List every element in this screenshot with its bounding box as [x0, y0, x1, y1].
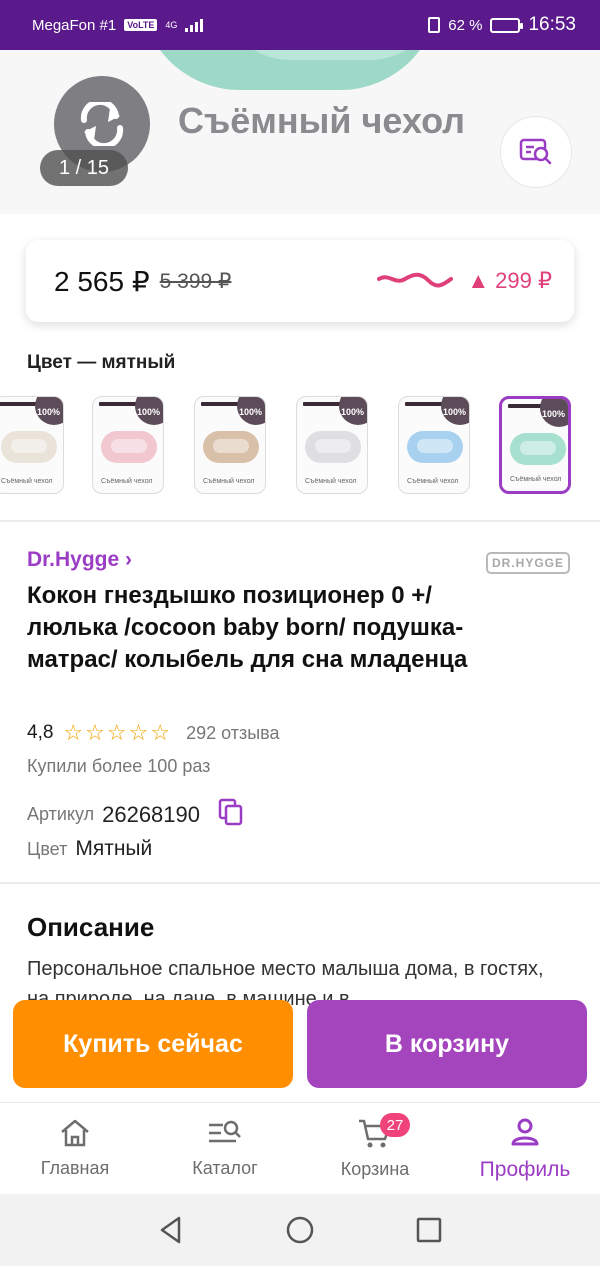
- home-icon: [61, 1119, 89, 1147]
- color-swatch-cream[interactable]: 100% Съёмный чехол: [0, 396, 64, 494]
- star-icon: ☆: [150, 720, 171, 745]
- home-circle-icon[interactable]: [285, 1215, 315, 1245]
- swatch-image: [1, 431, 57, 463]
- system-navigation: [0, 1194, 600, 1266]
- swatch-badge: 100%: [541, 409, 565, 419]
- nav-profile-label: Профиль: [479, 1157, 571, 1181]
- image-search-button[interactable]: [500, 116, 572, 188]
- rating-value: 4,8: [27, 722, 54, 743]
- network-type: 4G: [165, 19, 178, 30]
- swatch-tag: [201, 402, 239, 406]
- swatch-badge: 100%: [340, 407, 364, 417]
- swatch-text: Съёмный чехол: [1, 478, 53, 485]
- swatch-badge: 100%: [36, 407, 60, 417]
- swatch-image: [407, 431, 463, 463]
- status-right: 62 % 16:53: [428, 14, 576, 36]
- color-swatch-pink[interactable]: 100% Съёмный чехол: [92, 396, 164, 494]
- nav-cart-label: Корзина: [340, 1159, 410, 1179]
- brand-logo: DR.HYGGE: [486, 552, 570, 574]
- recent-apps-icon[interactable]: [415, 1216, 443, 1244]
- swatch-tag: [405, 402, 443, 406]
- product-title: Кокон гнездышко позиционер 0 +/люлька /c…: [27, 582, 468, 673]
- swatch-image: [305, 431, 361, 463]
- price-history[interactable]: ▲ 299 ₽: [377, 268, 552, 294]
- swatch-text: Съёмный чехол: [101, 478, 153, 485]
- rating-stars: ☆ ☆ ☆ ☆ ☆: [63, 720, 170, 746]
- color-row: Цвет Мятный: [27, 837, 152, 861]
- swatch-text: Съёмный чехол: [510, 476, 562, 483]
- color-swatch-blue[interactable]: 100% Съёмный чехол: [398, 396, 470, 494]
- nav-cart[interactable]: 27 Корзина: [300, 1103, 450, 1194]
- swatch-tag: [0, 402, 37, 406]
- color-swatches: 100% Съёмный чехол 100% Съёмный чехол 10…: [0, 394, 600, 498]
- reviews-count[interactable]: 292 отзыва: [186, 723, 279, 744]
- price-card[interactable]: 2 565 ₽ 5 399 ₽ ▲ 299 ₽: [26, 240, 574, 322]
- swatch-image: [101, 431, 157, 463]
- swatch-text: Съёмный чехол: [305, 478, 357, 485]
- old-price: 5 399 ₽: [159, 269, 232, 293]
- nav-home[interactable]: Главная: [0, 1103, 150, 1194]
- star-icon: ☆: [128, 720, 149, 745]
- swatch-image: [510, 433, 566, 465]
- divider: [0, 520, 600, 522]
- vibrate-icon: [428, 17, 441, 33]
- price-delta-value: 299 ₽: [495, 268, 552, 293]
- buy-now-button[interactable]: Купить сейчас: [13, 1000, 293, 1088]
- status-bar: MegaFon #1 VoLTE 4G 62 % 16:53: [0, 0, 600, 50]
- price-trend-icon: [377, 272, 454, 288]
- color-swatch-grey[interactable]: 100% Съёмный чехол: [296, 396, 368, 494]
- swatch-image: [203, 431, 259, 463]
- sku-label: Артикул: [27, 804, 95, 824]
- battery-percent: 62 %: [448, 16, 483, 34]
- gallery-counter: 1 / 15: [40, 150, 128, 186]
- product-image: [140, 50, 440, 90]
- catalog-icon: [209, 1120, 241, 1143]
- swatch-tag: [99, 402, 137, 406]
- purchase-count: Купили более 100 раз: [27, 756, 211, 776]
- star-icon: ☆: [85, 720, 105, 745]
- cart-badge: 27: [380, 1113, 410, 1137]
- clock: 16:53: [528, 14, 576, 35]
- profile-icon: [511, 1118, 539, 1145]
- image-search-icon: [519, 138, 552, 165]
- star-icon: ☆: [63, 720, 84, 745]
- color-selector-label: Цвет — мятный: [27, 352, 176, 373]
- carrier-name: MegaFon #1: [32, 16, 117, 34]
- add-to-cart-button[interactable]: В корзину: [307, 1000, 587, 1088]
- star-icon: ☆: [106, 720, 127, 745]
- signal-icon: [185, 18, 204, 32]
- color-swatch-mint[interactable]: 100% Съёмный чехол: [499, 396, 571, 494]
- color-value: Мятный: [75, 837, 153, 860]
- swatch-badge: 100%: [442, 407, 466, 417]
- gallery-caption: Съёмный чехол: [178, 100, 466, 141]
- copy-icon[interactable]: [218, 798, 244, 831]
- swatch-badge: 100%: [238, 407, 262, 417]
- status-left: MegaFon #1 VoLTE 4G: [32, 16, 204, 34]
- nav-catalog[interactable]: Каталог: [150, 1103, 300, 1194]
- nav-profile[interactable]: Профиль: [450, 1103, 600, 1194]
- nav-home-label: Главная: [40, 1158, 110, 1178]
- description-title: Описание: [27, 912, 155, 942]
- volte-badge: VoLTE: [124, 19, 158, 31]
- back-icon[interactable]: [157, 1215, 185, 1245]
- rating-row[interactable]: 4,8 ☆ ☆ ☆ ☆ ☆ 292 отзыва: [27, 720, 280, 746]
- divider: [0, 882, 600, 884]
- sku-value: 26268190: [102, 801, 200, 827]
- arrow-up-icon: ▲: [467, 268, 490, 293]
- color-swatch-beige[interactable]: 100% Съёмный чехол: [194, 396, 266, 494]
- swatch-text: Съёмный чехол: [407, 478, 459, 485]
- swatch-badge: 100%: [136, 407, 160, 417]
- swatch-text: Съёмный чехол: [203, 478, 255, 485]
- battery-icon: [490, 17, 524, 33]
- nav-catalog-label: Каталог: [192, 1158, 258, 1178]
- swatch-tag: [303, 402, 341, 406]
- bottom-navigation: Главная Каталог 27 Корзина Профиль: [0, 1102, 600, 1194]
- sku-row: Артикул 26268190: [27, 798, 244, 831]
- brand-link[interactable]: Dr.Hygge ›: [27, 548, 132, 572]
- product-gallery[interactable]: Съёмный чехол 1 / 15: [0, 50, 600, 214]
- price-delta: ▲ 299 ₽: [467, 268, 552, 294]
- color-label: Цвет: [27, 839, 68, 859]
- current-price: 2 565 ₽: [54, 265, 150, 297]
